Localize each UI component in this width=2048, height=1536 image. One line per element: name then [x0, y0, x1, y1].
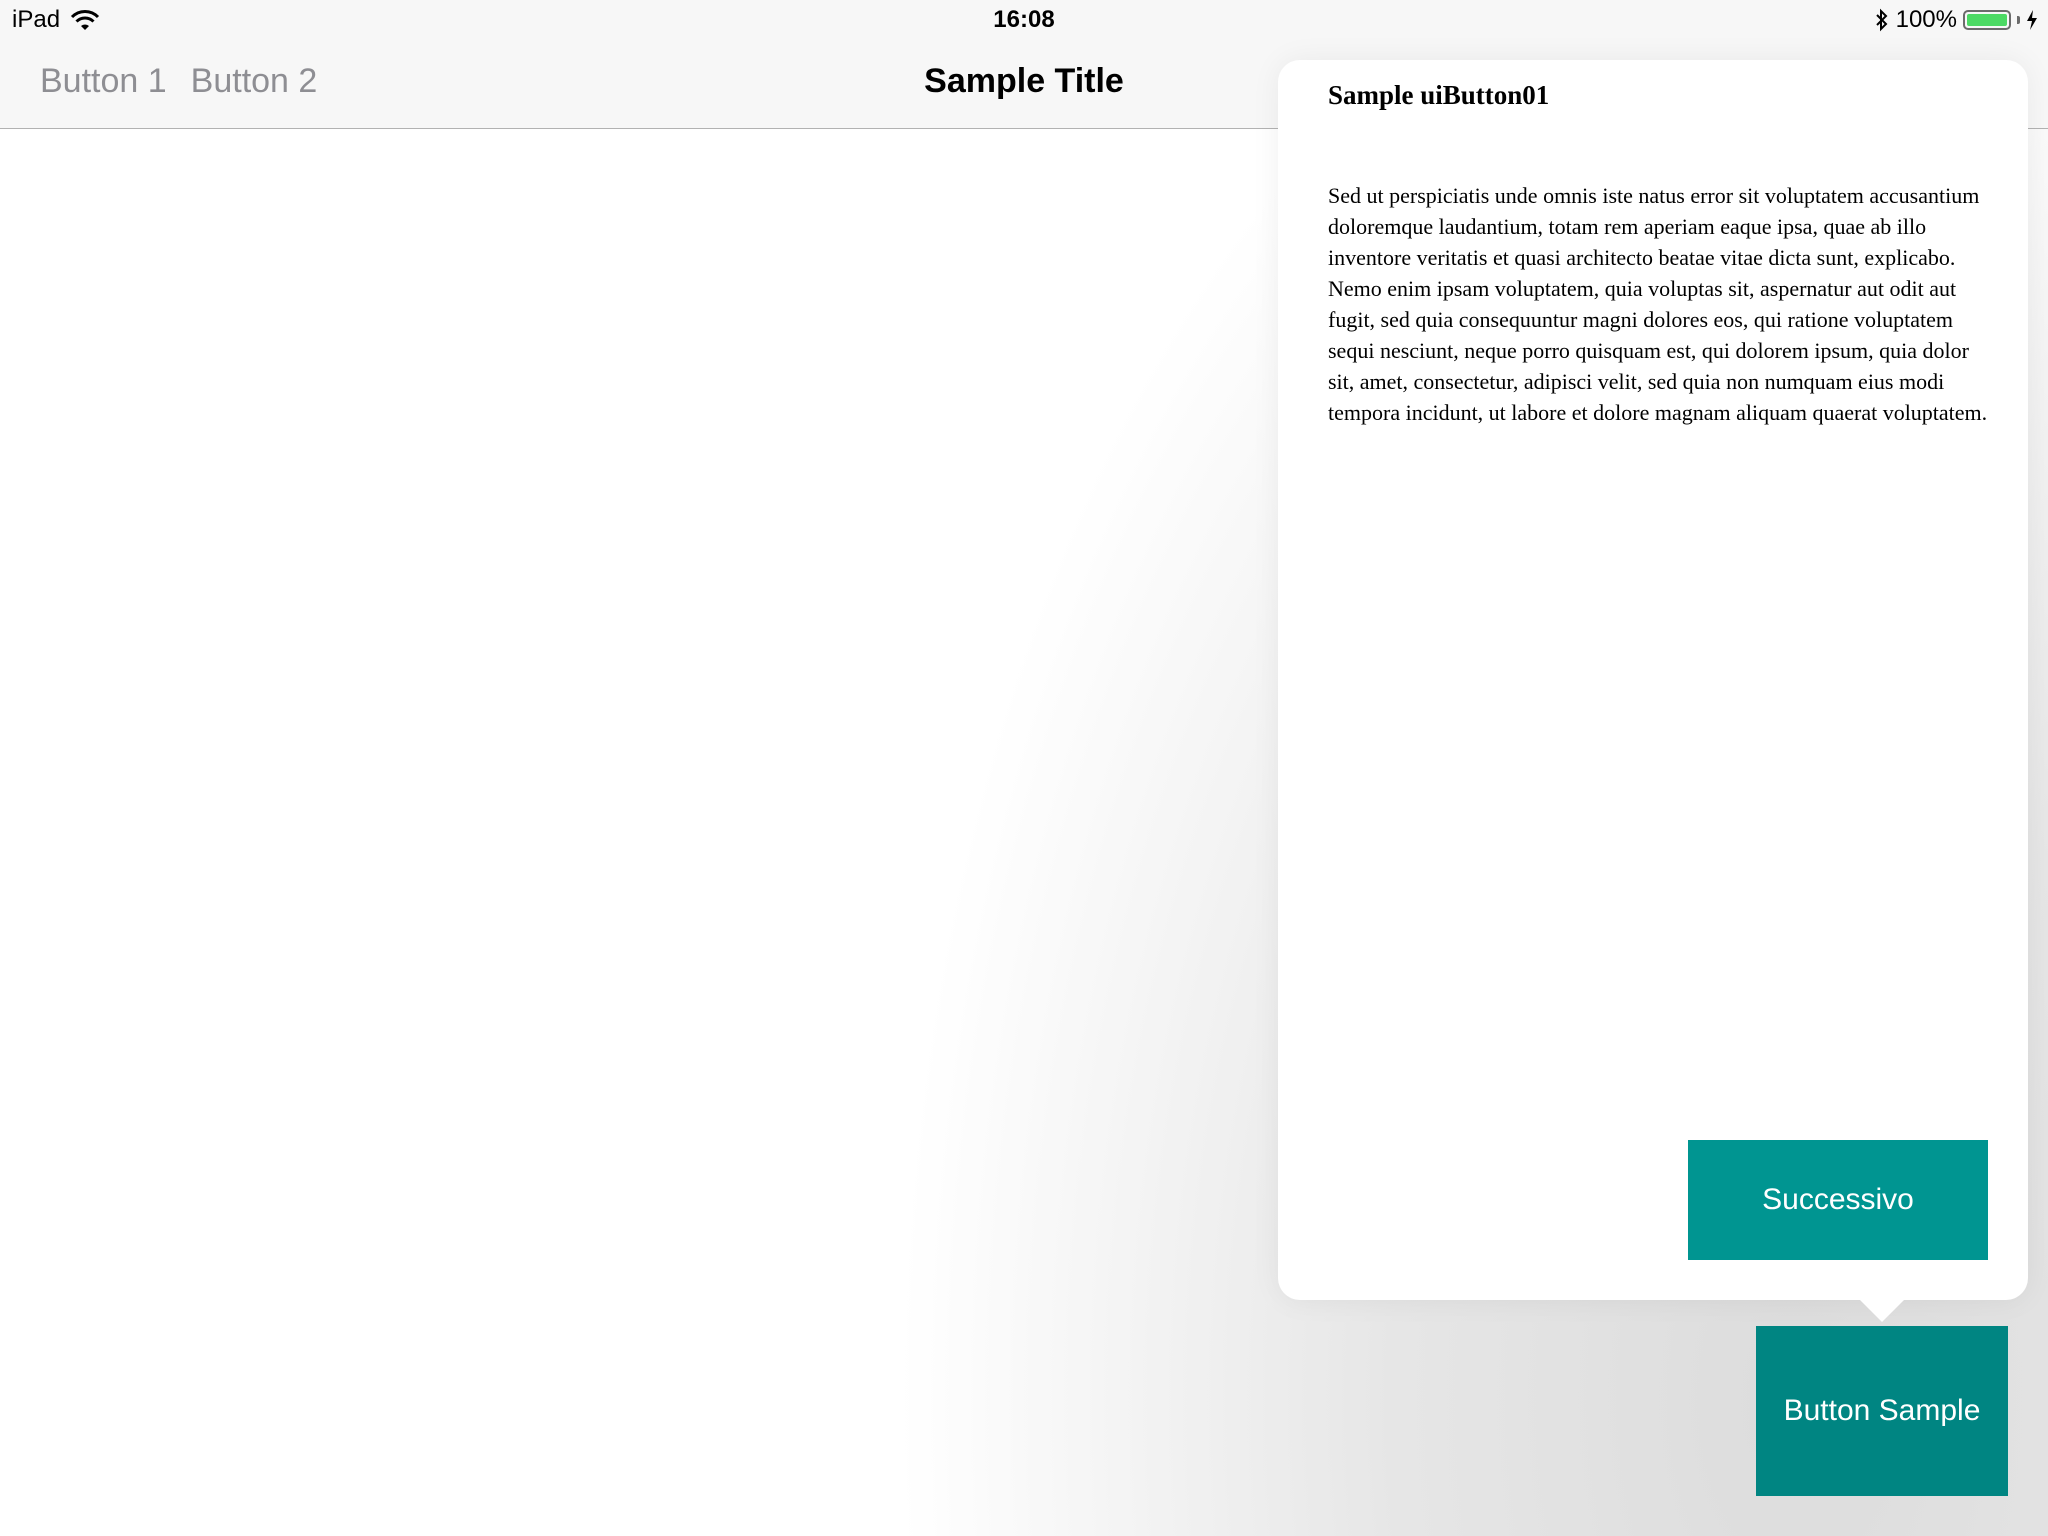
battery-cap [2017, 16, 2020, 24]
battery-icon [1963, 10, 2011, 30]
next-button[interactable]: Successivo [1688, 1140, 1988, 1260]
status-right: 100% [1874, 6, 2038, 34]
popover: Sample uiButton01 Sed ut perspiciatis un… [1278, 60, 2028, 1300]
sample-button[interactable]: Button Sample [1756, 1326, 2008, 1496]
popover-arrow [1858, 1298, 1906, 1322]
charging-bolt-icon [2027, 10, 2037, 30]
battery-percent: 100% [1895, 6, 1957, 33]
status-bar: iPad 16:08 100% [0, 0, 2048, 40]
battery-fill [1967, 14, 2007, 26]
status-time: 16:08 [993, 6, 1055, 33]
bluetooth-icon [1875, 8, 1888, 32]
popover-body-text: Sed ut perspiciatis unde omnis iste natu… [1328, 183, 1988, 425]
popover-title: Sample uiButton01 [1328, 80, 1550, 110]
